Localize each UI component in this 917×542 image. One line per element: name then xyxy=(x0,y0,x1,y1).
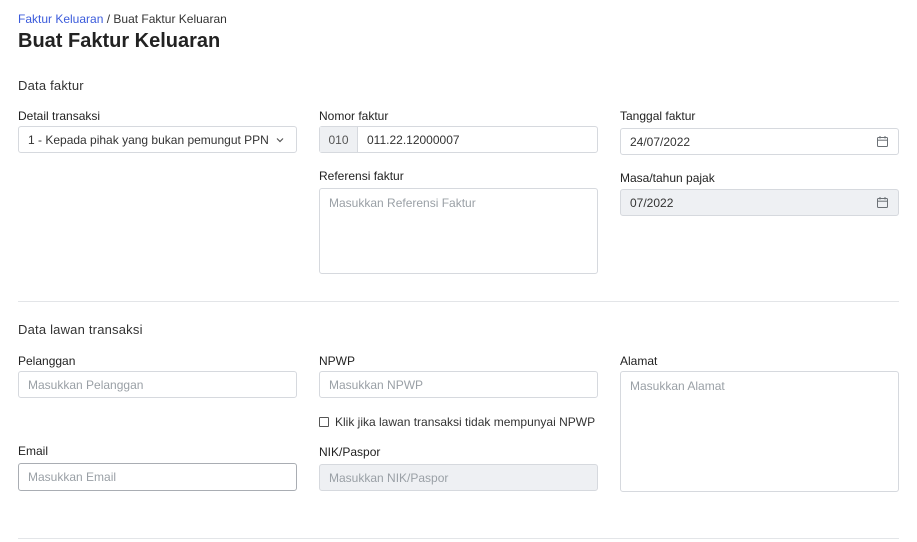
detail-transaksi-label: Detail transaksi xyxy=(18,109,101,123)
email-input[interactable]: Masukkan Email xyxy=(18,463,297,491)
nomor-faktur-field: 010 011.22.12000007 xyxy=(319,126,598,153)
calendar-icon[interactable] xyxy=(875,135,889,149)
pelanggan-placeholder: Masukkan Pelanggan xyxy=(28,377,144,392)
npwp-label: NPWP xyxy=(319,354,355,368)
email-label: Email xyxy=(18,444,49,458)
npwp-input[interactable]: Masukkan NPWP xyxy=(319,371,598,398)
masa-tahun-pajak-label: Masa/tahun pajak xyxy=(620,171,715,185)
masa-tahun-pajak-value: 07/2022 xyxy=(630,195,674,210)
alamat-label: Alamat xyxy=(620,354,658,368)
section-divider-bottom xyxy=(18,538,899,539)
no-npwp-checkbox[interactable] xyxy=(319,417,329,427)
nik-paspor-input: Masukkan NIK/Paspor xyxy=(319,464,598,491)
tanggal-faktur-value: 24/07/2022 xyxy=(630,134,691,149)
nomor-faktur-prefix: 010 xyxy=(320,127,358,152)
email-placeholder: Masukkan Email xyxy=(28,470,117,484)
npwp-placeholder: Masukkan NPWP xyxy=(329,377,424,392)
detail-transaksi-value: 1 - Kepada pihak yang bukan pemungut PPN xyxy=(28,132,269,147)
no-npwp-checkbox-label: Klik jika lawan transaksi tidak mempunya… xyxy=(335,415,596,429)
referensi-faktur-placeholder: Masukkan Referensi Faktur xyxy=(329,196,476,210)
nomor-faktur-input[interactable]: 011.22.12000007 xyxy=(358,127,597,152)
section-title-data-lawan-transaksi: Data lawan transaksi xyxy=(18,322,143,337)
breadcrumb: Faktur Keluaran / Buat Faktur Keluaran xyxy=(18,12,227,26)
chevron-down-icon xyxy=(273,133,287,147)
referensi-faktur-textarea[interactable]: Masukkan Referensi Faktur xyxy=(319,188,598,274)
detail-transaksi-select[interactable]: 1 - Kepada pihak yang bukan pemungut PPN xyxy=(18,126,297,153)
pelanggan-input[interactable]: Masukkan Pelanggan xyxy=(18,371,297,398)
breadcrumb-link-faktur-keluaran[interactable]: Faktur Keluaran xyxy=(18,12,103,26)
alamat-placeholder: Masukkan Alamat xyxy=(630,379,725,393)
nomor-faktur-label: Nomor faktur xyxy=(319,109,389,123)
nik-paspor-label: NIK/Paspor xyxy=(319,445,381,459)
pelanggan-label: Pelanggan xyxy=(18,354,76,368)
breadcrumb-current: Buat Faktur Keluaran xyxy=(113,12,227,26)
page-title: Buat Faktur Keluaran xyxy=(18,30,221,52)
section-divider xyxy=(18,301,899,302)
alamat-textarea[interactable]: Masukkan Alamat xyxy=(620,371,899,492)
masa-tahun-pajak-datepicker: 07/2022 xyxy=(620,189,899,216)
tanggal-faktur-datepicker[interactable]: 24/07/2022 xyxy=(620,128,899,155)
no-npwp-checkbox-row[interactable]: Klik jika lawan transaksi tidak mempunya… xyxy=(319,415,595,429)
tanggal-faktur-label: Tanggal faktur xyxy=(620,109,696,123)
referensi-faktur-label: Referensi faktur xyxy=(319,169,404,183)
calendar-icon xyxy=(875,196,889,210)
nik-paspor-placeholder: Masukkan NIK/Paspor xyxy=(329,470,449,485)
breadcrumb-separator: / xyxy=(103,12,114,26)
section-title-data-faktur: Data faktur xyxy=(18,78,84,93)
